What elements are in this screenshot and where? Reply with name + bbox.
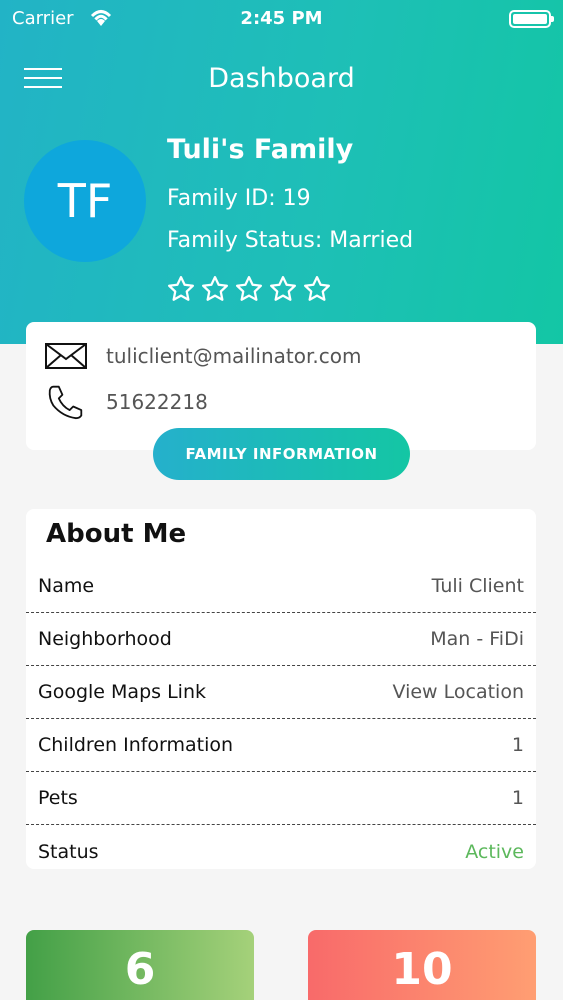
row-value: Man - FiDi [430, 628, 524, 650]
family-status: Family Status: Married [167, 228, 414, 253]
status-value: Active [465, 840, 524, 863]
row-label: Name [38, 575, 95, 597]
about-row-status: Status Active [26, 825, 536, 878]
row-value: 1 [511, 787, 524, 809]
star-icon [270, 276, 296, 301]
family-id: Family ID: 19 [167, 186, 311, 211]
page-title: Dashboard [208, 63, 355, 94]
phone-row[interactable]: 51622218 [44, 384, 208, 420]
star-rating [166, 274, 332, 304]
stat-value: 10 [391, 944, 453, 995]
star-icon [236, 276, 262, 301]
phone-icon [48, 385, 83, 420]
about-me-list: Name Tuli Client Neighborhood Man - FiDi… [26, 560, 536, 878]
about-row-name: Name Tuli Client [26, 560, 536, 613]
clock: 2:45 PM [240, 8, 323, 29]
row-label: Pets [38, 787, 78, 809]
header: Carrier 2:45 PM Dashboard TF Tuli's Fami… [0, 0, 563, 344]
row-label: Google Maps Link [38, 681, 206, 703]
about-row-pets: Pets 1 [26, 772, 536, 825]
row-value: Tuli Client [431, 575, 524, 597]
row-label: Neighborhood [38, 628, 172, 650]
family-name: Tuli's Family [167, 134, 354, 165]
about-row-neighborhood: Neighborhood Man - FiDi [26, 613, 536, 666]
battery-icon [509, 10, 554, 28]
stat-card-green[interactable]: 6 [26, 930, 254, 1000]
about-me-title: About Me [46, 519, 187, 549]
row-label: Children Information [38, 734, 234, 756]
email-row[interactable]: tuliclient@mailinator.com [44, 338, 361, 374]
stat-value: 6 [124, 944, 156, 995]
family-information-button[interactable]: FAMILY INFORMATION [153, 428, 410, 480]
about-row-children: Children Information 1 [26, 719, 536, 772]
row-value: 1 [511, 734, 524, 756]
star-icon [202, 276, 228, 301]
about-me-card: About Me Name Tuli Client Neighborhood M… [26, 509, 536, 869]
stat-card-red[interactable]: 10 [308, 930, 536, 1000]
avatar-initials: TF [57, 174, 113, 228]
phone-text: 51622218 [106, 390, 208, 414]
row-label: Status [38, 840, 99, 863]
star-icon [304, 276, 330, 301]
about-row-google-maps: Google Maps Link View Location [26, 666, 536, 719]
star-icon [168, 276, 194, 301]
email-text: tuliclient@mailinator.com [106, 344, 362, 368]
status-bar: Carrier 2:45 PM [0, 0, 563, 40]
envelope-icon [45, 343, 87, 369]
view-location-link[interactable]: View Location [393, 681, 525, 703]
avatar: TF [24, 140, 146, 262]
